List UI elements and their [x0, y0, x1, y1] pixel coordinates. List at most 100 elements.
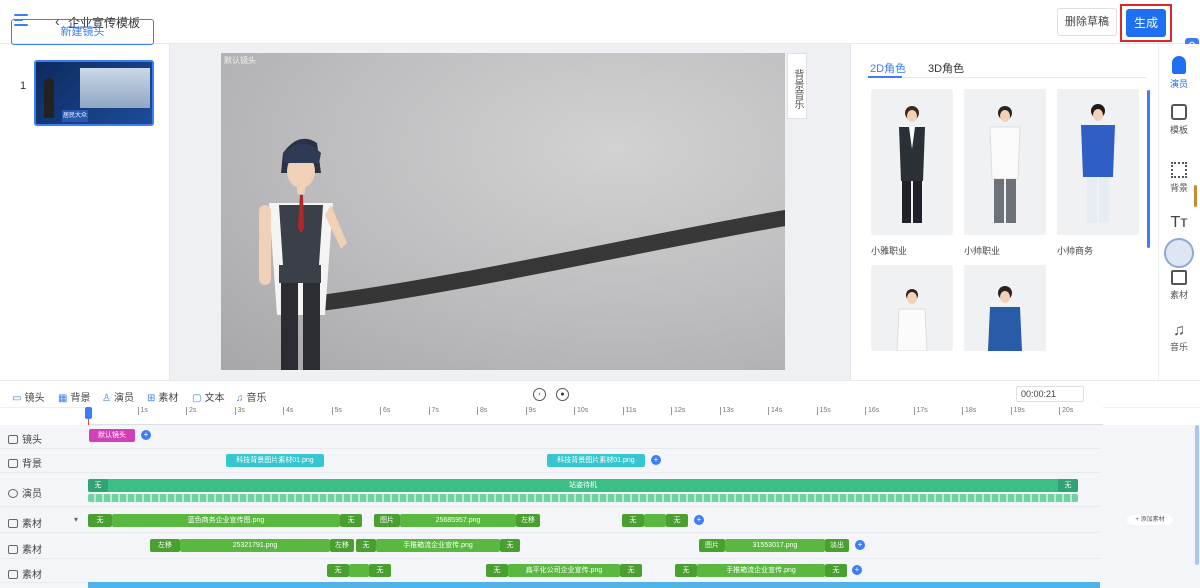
material-clip[interactable]: 31553017.png	[725, 539, 825, 552]
previous-icon[interactable]: ‹	[533, 388, 546, 401]
character-name: 小雅职业	[871, 246, 908, 256]
material-clip-tag[interactable]: 无	[666, 514, 688, 527]
time-input[interactable]: 00:00:21	[1016, 386, 1084, 402]
generate-button[interactable]: 生成	[1126, 9, 1166, 37]
material-clip[interactable]: 扁平化公司企业宣传.png	[508, 564, 620, 577]
collapse-icon[interactable]: ▾	[74, 515, 78, 524]
playhead-handle[interactable]	[85, 407, 92, 419]
material-clip-tag[interactable]: 无	[486, 564, 508, 577]
background-clip[interactable]: 科技背景图片素材01.png	[547, 454, 645, 467]
add-clip-icon[interactable]: +	[141, 430, 151, 440]
add-clip-icon[interactable]: +	[855, 540, 865, 550]
background-clip[interactable]: 科技背景图片素材01.png	[226, 454, 324, 467]
3d-character-figure[interactable]	[259, 138, 347, 370]
material-clip-tag[interactable]: 无	[620, 564, 642, 577]
timeline-scrollbar[interactable]	[1195, 425, 1199, 565]
panel-resize-handle[interactable]	[1194, 185, 1197, 207]
tab-2d-character[interactable]: 2D角色	[870, 60, 906, 76]
character-card[interactable]	[871, 265, 953, 351]
timeline-add-text[interactable]: ▢ 文本	[192, 389, 224, 404]
track-label-material: 素材	[8, 541, 42, 556]
shot-thumbnail[interactable]: 居民大众	[34, 60, 154, 126]
material-clip-tag[interactable]: 淡出	[825, 539, 849, 552]
ruler-tick: 18s	[961, 407, 977, 415]
material-clip[interactable]	[349, 564, 369, 577]
toolbar-label: 背景	[1169, 183, 1188, 193]
character-figure-icon	[989, 106, 1021, 223]
delete-draft-button[interactable]: 删除草稿	[1057, 8, 1117, 36]
tab-3d-character[interactable]: 3D角色	[928, 60, 964, 76]
material-clip[interactable]: 25321791.png	[180, 539, 330, 552]
material-clip-tag[interactable]: 左移	[516, 514, 540, 527]
character-card[interactable]	[964, 265, 1046, 351]
timeline-add-material[interactable]: ⊞ 素材	[147, 389, 178, 404]
character-name: 小帅职业	[964, 246, 1001, 256]
track-label: 镜头	[22, 435, 42, 446]
material-clip[interactable]	[644, 514, 666, 527]
material-clip-tag[interactable]: 无	[825, 564, 847, 577]
track-label: 素材	[22, 545, 42, 556]
time-ruler[interactable]: 1s 2s 3s 4s 5s 6s 7s 8s 9s 10s 11s 12s 13s 14s 15s 16s 1…	[88, 407, 1103, 425]
character-card[interactable]	[1057, 89, 1139, 235]
actor-clip-end[interactable]: 无	[1058, 479, 1078, 492]
material-icon	[8, 519, 18, 528]
camera-clip[interactable]: 默认镜头	[89, 429, 135, 442]
background-music-tag[interactable]: 背景音乐	[787, 53, 807, 119]
timeline-add-camera[interactable]: ▭ 镜头	[12, 389, 44, 404]
material-clip-tag[interactable]: 无	[500, 539, 520, 552]
add-clip-icon[interactable]: +	[852, 565, 862, 575]
toolbar-music[interactable]: ♫ 音乐	[1158, 322, 1200, 353]
material-clip[interactable]: 手推箱流企业宣传.png	[376, 539, 500, 552]
material-clip-tag[interactable]: 无	[369, 564, 391, 577]
generate-highlight: 生成	[1120, 4, 1172, 42]
preview-scene	[259, 138, 785, 370]
timeline-add-actor[interactable]: ♙ 演员	[102, 389, 134, 404]
character-card[interactable]	[871, 89, 953, 235]
actor-clip-start[interactable]: 无	[88, 479, 108, 492]
add-clip-icon[interactable]: +	[694, 515, 704, 525]
toolbar-avatar[interactable]	[1158, 238, 1200, 271]
tool-label: 文本	[204, 393, 225, 404]
ruler-tick: 14s	[767, 407, 783, 415]
timeline-add-background[interactable]: ▦ 背景	[58, 389, 90, 404]
toolbar-actor[interactable]: 演员	[1158, 56, 1200, 90]
material-clip-tag[interactable]: 无	[340, 514, 362, 527]
timeline-horizontal-scrollbar[interactable]	[88, 582, 1100, 588]
material-clip-tag[interactable]: 图片	[699, 539, 725, 552]
camera-icon	[8, 435, 18, 444]
material-clip[interactable]: 蓝色商务企业宣传图.png	[112, 514, 340, 527]
add-material-tag[interactable]: + 添加素材	[1127, 515, 1173, 525]
track-label: 素材	[22, 519, 42, 530]
timeline-add-music[interactable]: ♫ 音乐	[236, 389, 267, 404]
person-icon	[1172, 56, 1186, 74]
material-clip-tag[interactable]: 左移	[150, 539, 180, 552]
track-label-camera: 镜头	[8, 431, 42, 446]
toolbar-material[interactable]: 素材	[1158, 270, 1200, 301]
material-clip-tag[interactable]: 无	[622, 514, 644, 527]
material-clip[interactable]: 25685957.png	[400, 514, 516, 527]
ruler-tick: 13s	[719, 407, 734, 415]
character-card[interactable]	[964, 89, 1046, 235]
toolbar-text[interactable]: Tт	[1158, 214, 1200, 232]
material-clip-tag[interactable]: 左移	[330, 539, 354, 552]
material-clip[interactable]: 手推箱流企业宣传.png	[697, 564, 825, 577]
play-icon[interactable]: ●	[556, 388, 569, 401]
toolbar-label: 音乐	[1169, 342, 1188, 352]
preview-canvas[interactable]	[221, 53, 785, 370]
material-clip-tag[interactable]: 无	[675, 564, 697, 577]
material-clip-tag[interactable]: 无	[327, 564, 349, 577]
add-clip-icon[interactable]: +	[651, 455, 661, 465]
material-clip-tag[interactable]: 图片	[374, 514, 400, 527]
new-shot-button[interactable]: 新建镜头	[11, 19, 154, 45]
ruler-tick: 19s	[1010, 407, 1025, 415]
character-scrollbar[interactable]	[1147, 90, 1150, 248]
avatar-icon	[1164, 238, 1194, 268]
material-clip-tag[interactable]: 无	[356, 539, 376, 552]
music-icon: ♫	[1173, 322, 1185, 339]
actor-clip[interactable]: 站姿待机	[88, 479, 1078, 492]
material-clip-tag[interactable]: 无	[88, 514, 112, 527]
toolbar-label: 模板	[1169, 125, 1188, 135]
toolbar-template[interactable]: 模板	[1158, 104, 1200, 136]
active-tab-indicator	[868, 76, 902, 78]
person-icon	[8, 489, 18, 498]
